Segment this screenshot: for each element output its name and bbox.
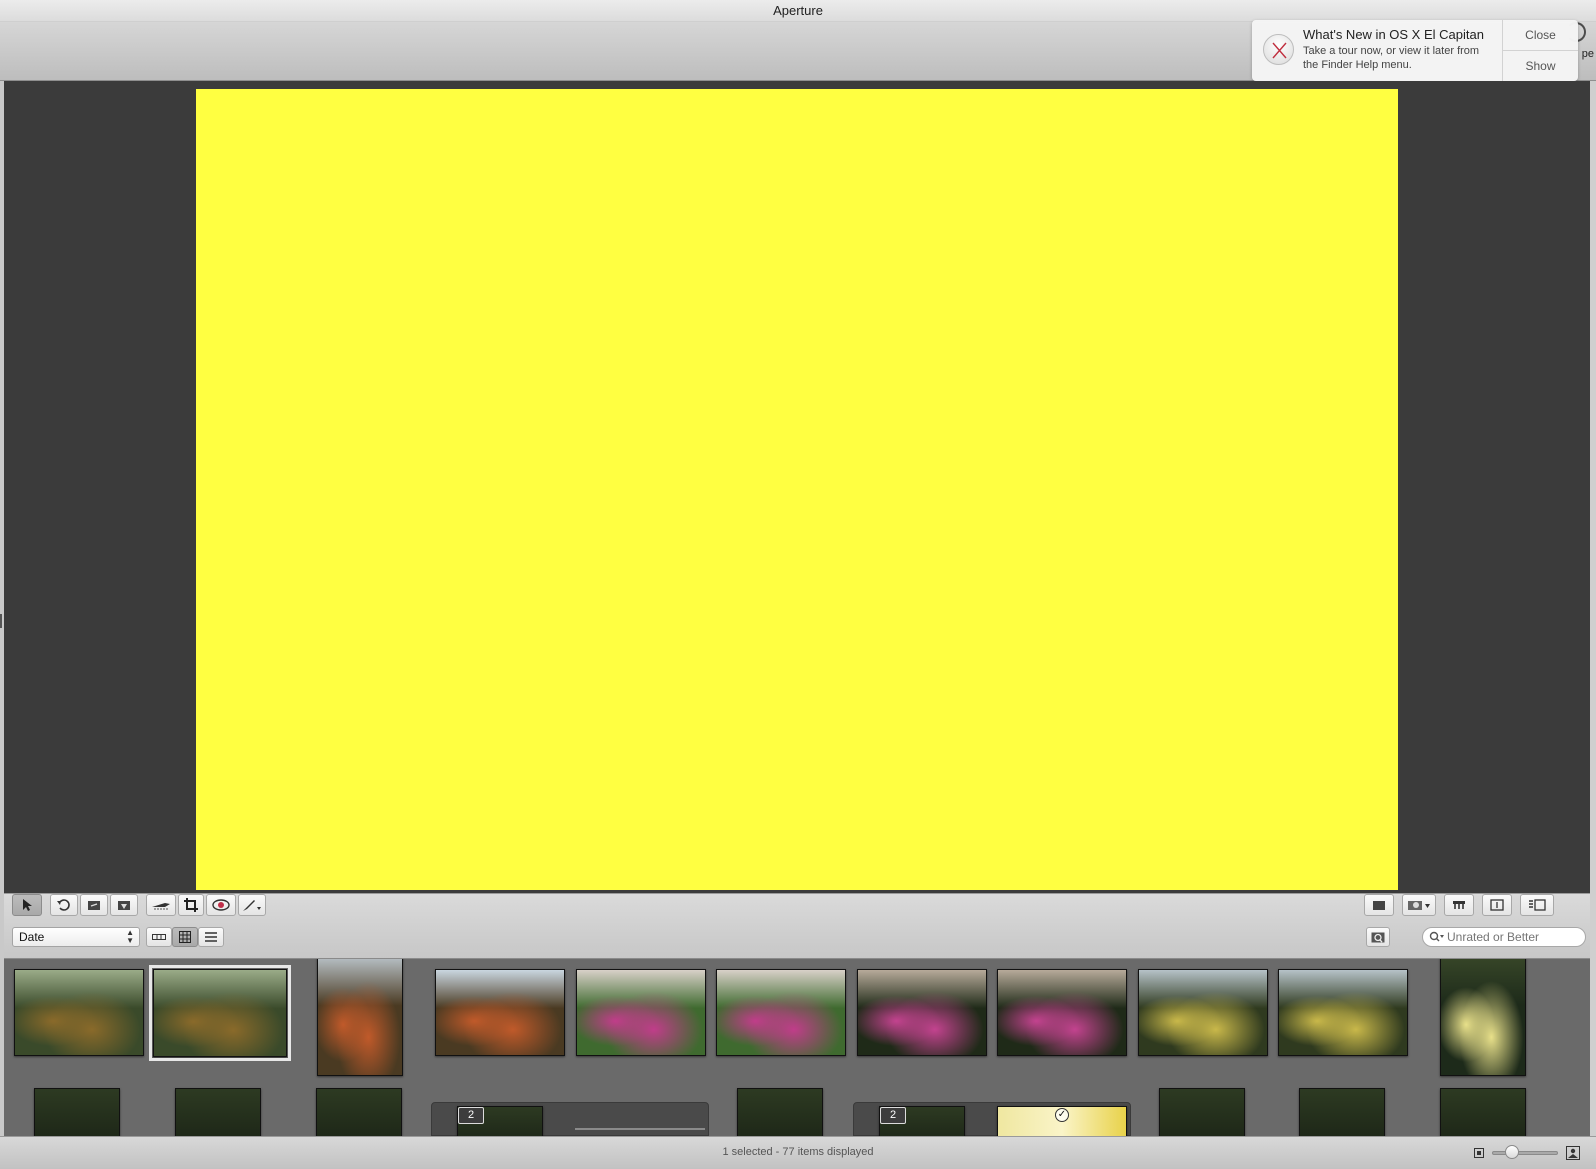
photo-thumbnail[interactable] <box>1278 969 1408 1056</box>
lift-stamp-button[interactable] <box>110 894 138 916</box>
photo-browser-grid[interactable]: 2 2 ✓ <box>4 959 1590 1136</box>
photo-thumbnail[interactable] <box>1159 1088 1245 1136</box>
rotate-left-icon <box>57 899 70 911</box>
photo-thumbnail[interactable] <box>34 1088 120 1136</box>
loupe-tool-label: pe <box>1581 48 1594 60</box>
select-tool-icon <box>23 899 32 911</box>
notification-content[interactable]: What's New in OS X El Capitan Take a tou… <box>1252 20 1502 81</box>
photo-viewer[interactable] <box>4 81 1590 893</box>
stack-divider <box>575 1128 705 1130</box>
browser-toolbar: Date ▲ ▼ <box>4 893 1590 959</box>
notification-show-button[interactable]: Show <box>1503 51 1578 81</box>
multi-view-button[interactable] <box>1520 894 1554 916</box>
viewer-mode-button[interactable] <box>1364 894 1394 916</box>
photo-thumbnail[interactable] <box>1440 959 1526 1076</box>
right-edge <box>1590 81 1596 1136</box>
straighten-button[interactable] <box>80 894 108 916</box>
photo-thumbnail[interactable] <box>149 965 291 1061</box>
filmstrip-view-icon <box>152 934 166 940</box>
loupe-menu-icon <box>1408 901 1430 910</box>
large-thumbnail-icon[interactable] <box>1566 1146 1580 1160</box>
loupe-tool-button[interactable]: pe <box>1566 22 1594 60</box>
photo-thumbnail[interactable] <box>316 1088 402 1136</box>
lift-stamp-icon <box>118 901 130 910</box>
filter-hud-icon <box>1371 932 1385 943</box>
multi-view-icon <box>1529 899 1546 911</box>
notification-banner[interactable]: What's New in OS X El Capitan Take a tou… <box>1252 20 1578 81</box>
notification-body: Take a tour now, or view it later from t… <box>1303 45 1480 71</box>
pick-check-icon[interactable]: ✓ <box>1055 1108 1069 1122</box>
straighten-icon <box>88 901 100 910</box>
single-view-button[interactable] <box>1482 894 1512 916</box>
photo-thumbnail[interactable] <box>716 969 846 1056</box>
photo-thumbnail[interactable] <box>997 969 1127 1056</box>
rating-filter-field[interactable] <box>1422 927 1586 947</box>
thumbnail-size-slider[interactable] <box>1492 1151 1558 1155</box>
list-view-icon <box>205 932 217 942</box>
photo-thumbnail[interactable] <box>576 969 706 1056</box>
quick-fix-icon <box>152 903 170 910</box>
loupe-menu-button[interactable] <box>1402 894 1436 916</box>
rating-filter-input[interactable] <box>1447 929 1579 945</box>
quick-fix-button[interactable] <box>146 894 176 916</box>
photo-thumbnail[interactable] <box>857 969 987 1056</box>
stack-count-badge[interactable]: 2 <box>458 1107 484 1124</box>
photo-stack[interactable]: 2 <box>431 1102 709 1136</box>
crop-icon <box>184 898 198 912</box>
sort-select-value: Date <box>19 930 45 944</box>
stack-count-badge[interactable]: 2 <box>880 1107 906 1124</box>
brush-menu-icon <box>243 900 261 911</box>
list-view-button[interactable] <box>198 927 224 947</box>
grid-view-icon <box>179 931 191 943</box>
photo-thumbnail[interactable] <box>435 969 565 1056</box>
status-text: 1 selected - 77 items displayed <box>722 1146 874 1158</box>
brush-menu-button[interactable] <box>238 894 266 916</box>
red-eye-button[interactable] <box>206 894 236 916</box>
notification-title: What's New in OS X El Capitan <box>1303 27 1484 42</box>
select-arrows-icon: ▲ ▼ <box>126 928 134 945</box>
viewer-mode-icon <box>1373 901 1385 910</box>
photo-thumbnail[interactable] <box>14 969 144 1056</box>
photo-thumbnail[interactable] <box>1299 1088 1385 1136</box>
photo-thumbnail[interactable] <box>317 959 403 1076</box>
photo-stack[interactable]: 2 ✓ <box>853 1102 1131 1136</box>
el-capitan-icon <box>1263 34 1294 65</box>
search-menu-icon <box>1429 931 1444 942</box>
photo-thumbnail[interactable] <box>737 1088 823 1136</box>
red-eye-icon <box>212 899 230 911</box>
small-thumbnail-icon[interactable] <box>1474 1148 1484 1158</box>
filmstrip-view-button[interactable] <box>146 927 172 947</box>
stamp-tool-icon <box>1453 901 1465 909</box>
single-view-icon <box>1490 899 1504 911</box>
grid-view-button[interactable] <box>172 927 198 947</box>
sort-select[interactable]: Date ▲ ▼ <box>12 927 140 947</box>
rotate-button[interactable] <box>50 894 78 916</box>
filter-hud-button[interactable] <box>1366 927 1390 947</box>
status-bar: 1 selected - 77 items displayed <box>0 1136 1596 1169</box>
viewer-photo[interactable] <box>196 89 1398 890</box>
inspector-handle[interactable] <box>0 614 2 628</box>
crop-button[interactable] <box>178 894 204 916</box>
photo-thumbnail[interactable] <box>175 1088 261 1136</box>
select-tool-button[interactable] <box>12 894 42 916</box>
window-title: Aperture <box>0 0 1596 22</box>
notification-close-button[interactable]: Close <box>1503 20 1578 51</box>
photo-thumbnail[interactable] <box>1440 1088 1526 1136</box>
thumbnail-size-slider-knob[interactable] <box>1504 1145 1519 1159</box>
photo-thumbnail[interactable] <box>1138 969 1268 1056</box>
stamp-tool-button[interactable] <box>1444 894 1474 916</box>
